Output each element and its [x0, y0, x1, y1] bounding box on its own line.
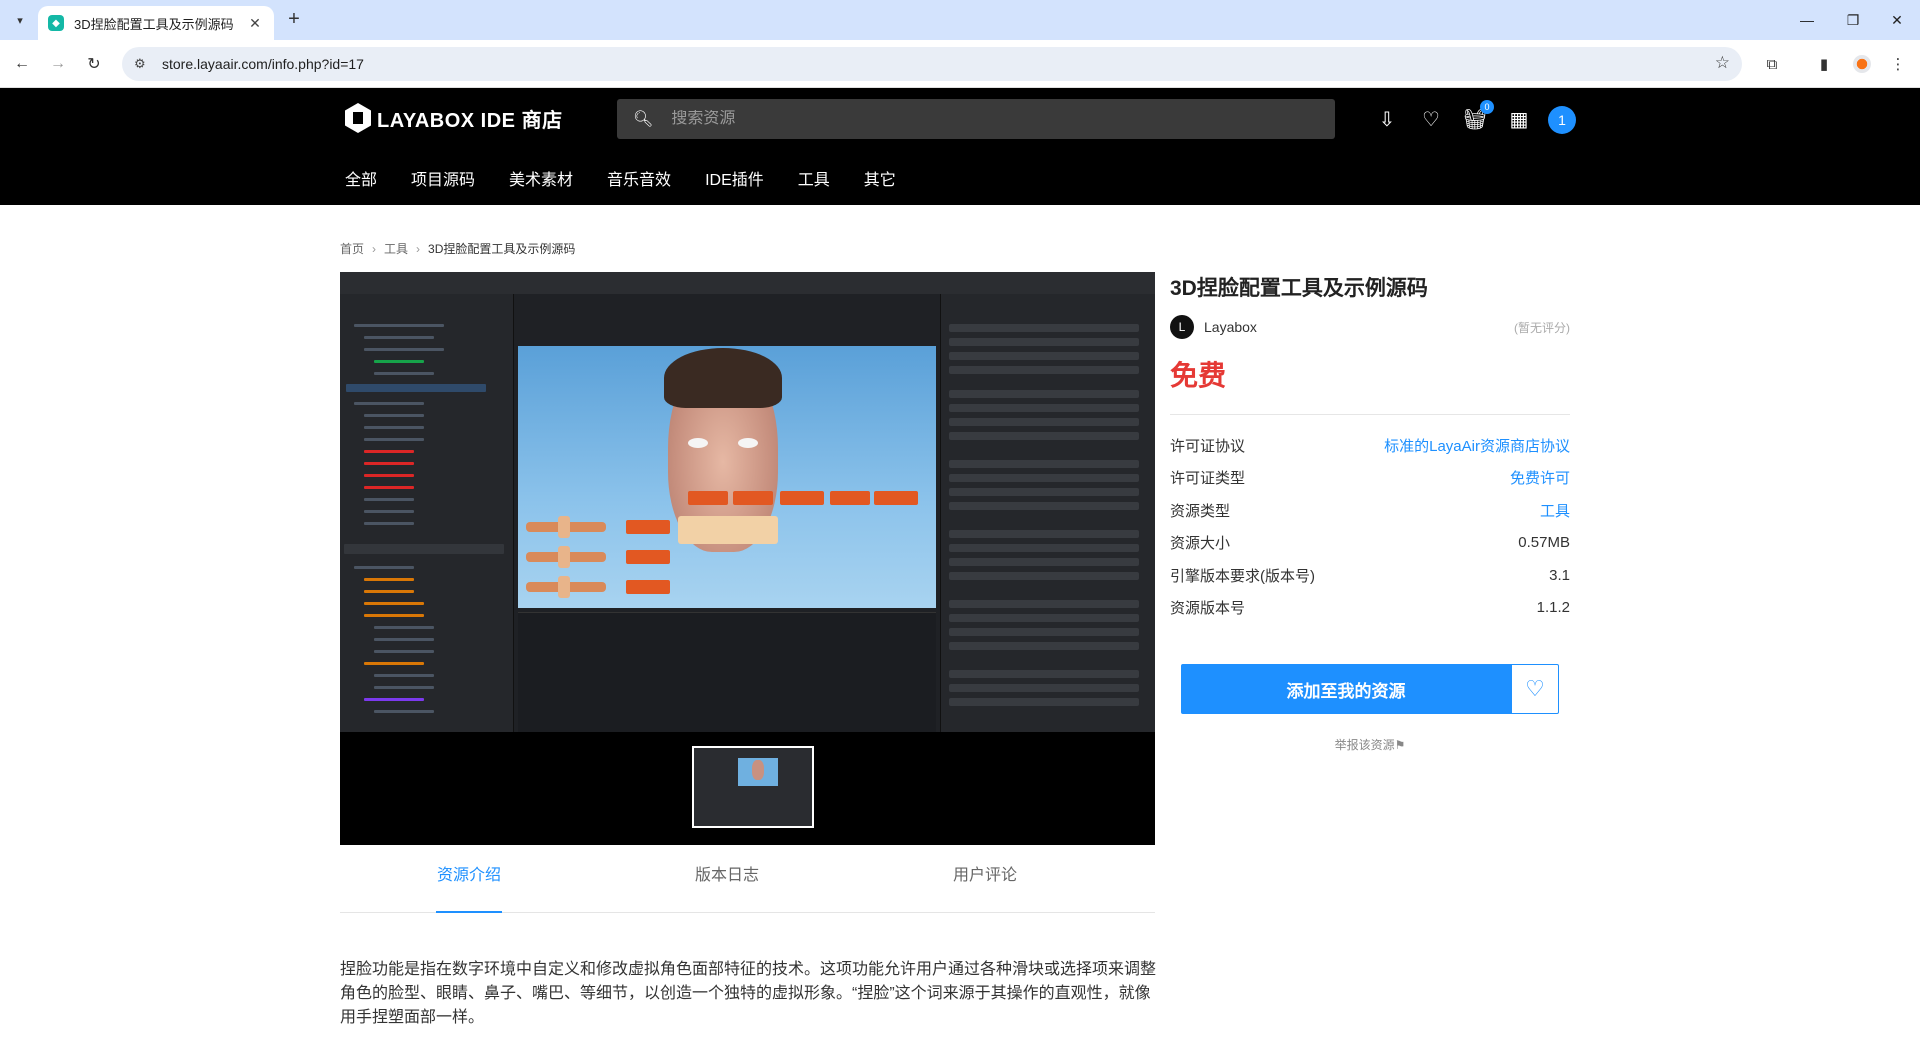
ide-titlebar-graphic: [340, 272, 1155, 294]
resource-info-panel: 3D捏脸配置工具及示例源码 L Layabox (暂无评分) 免费 许可证协议 …: [1170, 272, 1570, 753]
address-bar[interactable]: ⚙ store.layaair.com/info.php?id=17 ☆: [122, 47, 1742, 81]
url-text: store.layaair.com/info.php?id=17: [162, 56, 364, 72]
meta-key: 资源大小: [1170, 535, 1231, 553]
thumbnail-image[interactable]: [692, 746, 814, 828]
category-audio[interactable]: 音乐音效: [607, 166, 671, 190]
cart-basket-icon[interactable]: 🧺︎ 0: [1462, 100, 1494, 132]
category-tools[interactable]: 工具: [798, 166, 830, 190]
search-bar: 🔍︎: [617, 99, 1335, 139]
meta-row: 资源版本号 1.1.2: [1170, 592, 1570, 625]
divider: [1170, 414, 1570, 415]
cart-count-badge: 0: [1480, 100, 1494, 114]
add-to-my-resources-button[interactable]: 添加至我的资源: [1181, 664, 1511, 714]
resource-description: 捏脸功能是指在数字环境中自定义和修改虚拟角色面部特征的技术。这项功能允许用户通过…: [340, 961, 1157, 1026]
resource-meta: 许可证协议 标准的LayaAir资源商店协议 许可证类型 免费许可 资源类型 工…: [1170, 429, 1570, 624]
apps-grid-icon[interactable]: ▦: [1506, 106, 1532, 132]
category-all[interactable]: 全部: [345, 166, 377, 190]
browser-tabstrip: ▾ ◆ 3D捏脸配置工具及示例源码 ✕ + — ❐ ✕: [0, 0, 1920, 40]
screenshot-gallery: [340, 272, 1155, 845]
action-buttons: 添加至我的资源 ♡: [1181, 664, 1570, 714]
restore-icon[interactable]: ❐: [1830, 0, 1876, 40]
window-close-icon[interactable]: ✕: [1874, 0, 1920, 40]
extensions-puzzle-icon[interactable]: ⧉: [1760, 52, 1784, 76]
meta-row: 许可证类型 免费许可: [1170, 462, 1570, 495]
minimize-icon[interactable]: —: [1784, 0, 1830, 40]
site-logo[interactable]: LAYABOX IDE 商店: [345, 102, 563, 134]
tab-changelog[interactable]: 版本日志: [598, 845, 856, 912]
meta-key: 许可证协议: [1170, 437, 1246, 455]
category-other[interactable]: 其它: [864, 166, 896, 190]
report-resource-link[interactable]: 举报该资源⚑: [1170, 736, 1570, 753]
tab-search-chevron-icon[interactable]: ▾: [8, 8, 32, 32]
ide-scene-viewport-graphic: [518, 346, 936, 608]
bookmark-star-icon[interactable]: ☆: [1715, 53, 1730, 73]
meta-row: 资源大小 0.57MB: [1170, 527, 1570, 560]
breadcrumb-current: 3D捏脸配置工具及示例源码: [428, 242, 576, 256]
close-icon[interactable]: ✕: [246, 15, 264, 32]
layabox-favicon-icon: ◆: [48, 15, 64, 31]
favorite-heart-icon[interactable]: ♡: [1511, 664, 1559, 714]
site-info-icon[interactable]: ⚙: [134, 56, 154, 72]
search-input[interactable]: [671, 110, 1272, 128]
resource-size-value: 0.57MB: [1518, 534, 1570, 552]
breadcrumb-category[interactable]: 工具: [384, 240, 408, 257]
forward-arrow-icon[interactable]: →: [44, 50, 72, 78]
ide-hierarchy-panel-graphic: [340, 294, 514, 732]
site-header: LAYABOX IDE 商店 🔍︎ ⇩ ♡ 🧺︎0 ▦ 1 全部 项目源码 美术…: [0, 88, 1920, 205]
category-nav: 全部 项目源码 美术素材 音乐音效 IDE插件 工具 其它: [345, 166, 930, 190]
tab-reviews[interactable]: 用户评论: [856, 845, 1114, 912]
author-row: L Layabox (暂无评分): [1170, 314, 1570, 340]
new-tab-plus-icon[interactable]: +: [282, 8, 306, 32]
rating-text: (暂无评分): [1514, 320, 1570, 335]
ide-console-panel-graphic: [518, 612, 936, 732]
download-icon[interactable]: ⇩: [1374, 106, 1400, 132]
meta-key: 资源版本号: [1170, 600, 1246, 618]
profile-icon[interactable]: [1850, 52, 1874, 76]
favorites-heart-icon[interactable]: ♡: [1418, 106, 1444, 132]
back-arrow-icon[interactable]: ←: [8, 50, 36, 78]
resource-type-link[interactable]: 工具: [1540, 500, 1570, 521]
layabox-logo-icon: [345, 103, 371, 133]
reload-icon[interactable]: ↻: [80, 50, 108, 78]
chevron-right-icon: ›: [416, 241, 421, 256]
user-avatar[interactable]: 1: [1548, 106, 1576, 134]
author-avatar[interactable]: L: [1170, 315, 1194, 339]
engine-version-value: 3.1: [1549, 566, 1570, 584]
meta-row: 引擎版本要求(版本号) 3.1: [1170, 559, 1570, 592]
category-art-assets[interactable]: 美术素材: [509, 166, 573, 190]
tab-title: 3D捏脸配置工具及示例源码: [74, 16, 234, 32]
main-screenshot-image[interactable]: [340, 272, 1155, 732]
side-panel-icon[interactable]: ▮: [1812, 52, 1836, 76]
chevron-right-icon: ›: [372, 241, 377, 256]
meta-key: 引擎版本要求(版本号): [1170, 567, 1315, 585]
author-name[interactable]: Layabox: [1204, 319, 1514, 335]
meta-row: 许可证协议 标准的LayaAir资源商店协议: [1170, 429, 1570, 462]
browser-tab[interactable]: ◆ 3D捏脸配置工具及示例源码 ✕: [38, 6, 274, 40]
resource-title: 3D捏脸配置工具及示例源码: [1170, 277, 1428, 300]
resource-version-value: 1.1.2: [1536, 599, 1570, 617]
meta-key: 资源类型: [1170, 502, 1231, 520]
ide-inspector-panel-graphic: [940, 294, 1155, 732]
search-icon[interactable]: 🔍︎: [633, 109, 653, 129]
logo-text: LAYABOX IDE 商店: [377, 109, 563, 132]
browser-menu-icon[interactable]: ⋮: [1886, 52, 1910, 76]
price: 免费: [1170, 360, 1227, 391]
detail-tabs: 资源介绍 版本日志 用户评论: [340, 845, 1155, 913]
meta-key: 许可证类型: [1170, 470, 1246, 488]
thumbnail-strip: [340, 732, 1155, 845]
browser-toolbar: ← → ↻ ⚙ store.layaair.com/info.php?id=17…: [0, 40, 1920, 88]
category-ide-plugins[interactable]: IDE插件: [705, 166, 764, 190]
license-agreement-link[interactable]: 标准的LayaAir资源商店协议: [1384, 435, 1570, 456]
meta-row: 资源类型 工具: [1170, 494, 1570, 527]
category-project-source[interactable]: 项目源码: [411, 166, 475, 190]
tab-introduction[interactable]: 资源介绍: [340, 845, 598, 913]
license-type-link[interactable]: 免费许可: [1510, 467, 1570, 488]
breadcrumb-home[interactable]: 首页: [340, 240, 364, 257]
breadcrumb: 首页 › 工具 › 3D捏脸配置工具及示例源码: [340, 240, 575, 257]
